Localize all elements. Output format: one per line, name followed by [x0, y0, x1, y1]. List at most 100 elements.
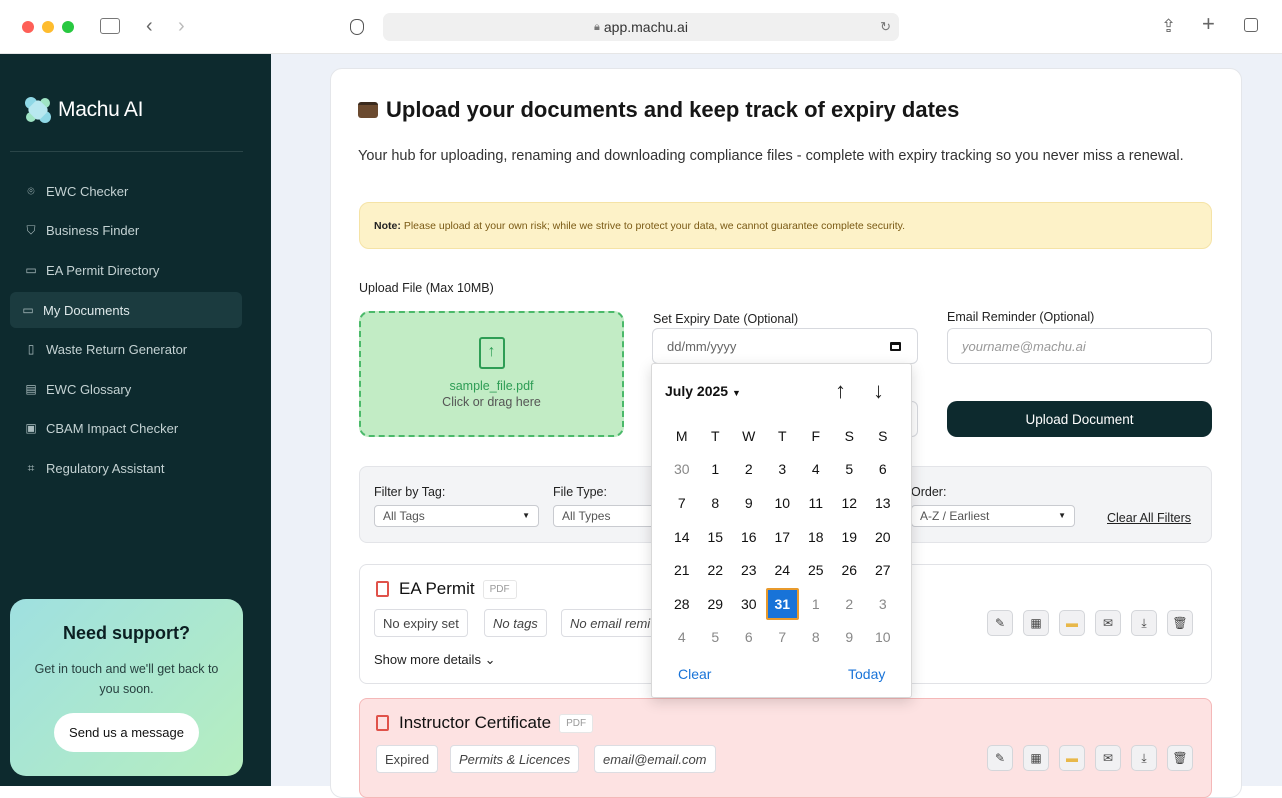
- document-title[interactable]: Instructor Certificate PDF: [376, 713, 594, 733]
- calendar-day[interactable]: 30: [732, 596, 766, 612]
- calendar-day[interactable]: 3: [866, 596, 900, 612]
- calendar-day[interactable]: 2: [732, 461, 766, 477]
- calendar-day[interactable]: 22: [699, 562, 733, 578]
- set-expiry-calendar-icon[interactable]: ▦: [1023, 745, 1049, 771]
- minimize-window-icon[interactable]: [42, 21, 54, 33]
- forward-icon[interactable]: ›: [178, 16, 185, 36]
- calendar-clear-button[interactable]: Clear: [678, 666, 711, 682]
- tag-filter-select[interactable]: All Tags ▼: [374, 505, 539, 527]
- calendar-day[interactable]: 9: [833, 629, 867, 645]
- upload-document-button[interactable]: Upload Document: [947, 401, 1212, 437]
- new-tab-icon[interactable]: +: [1202, 13, 1215, 35]
- tag-icon[interactable]: ▬: [1059, 745, 1085, 771]
- calendar-day[interactable]: 16: [732, 529, 766, 545]
- sidebar-item-my-documents[interactable]: ▭ My Documents: [10, 292, 242, 328]
- send-message-button[interactable]: Send us a message: [54, 713, 199, 752]
- calendar-day[interactable]: 13: [866, 495, 900, 511]
- calendar-day[interactable]: 21: [665, 562, 699, 578]
- email-icon[interactable]: ✉: [1095, 745, 1121, 771]
- calendar-day[interactable]: 31: [765, 587, 799, 620]
- calendar-day[interactable]: 15: [699, 529, 733, 545]
- calendar-day[interactable]: 4: [799, 461, 833, 477]
- calendar-day[interactable]: 14: [665, 529, 699, 545]
- calendar-day[interactable]: 6: [732, 629, 766, 645]
- previous-month-arrow-icon[interactable]: ↑: [835, 378, 846, 404]
- calendar-day[interactable]: 5: [699, 629, 733, 645]
- pdf-file-icon: [376, 581, 389, 597]
- sidebar-item-cbam-impact-checker[interactable]: ▣ CBAM Impact Checker: [10, 410, 242, 446]
- calendar-day[interactable]: 30: [665, 461, 699, 477]
- brand-logo[interactable]: Machu AI: [24, 96, 143, 124]
- calendar-day[interactable]: 7: [665, 495, 699, 511]
- share-icon[interactable]: ⇪: [1161, 17, 1176, 35]
- next-month-arrow-icon[interactable]: ↓: [873, 378, 884, 404]
- calendar-day[interactable]: 10: [766, 495, 800, 511]
- pdf-file-icon: [376, 715, 389, 731]
- calendar-day[interactable]: 29: [699, 596, 733, 612]
- calendar-day[interactable]: 2: [833, 596, 867, 612]
- calendar-day[interactable]: 11: [799, 495, 833, 511]
- sidebar-item-business-finder[interactable]: ⛉ Business Finder: [10, 212, 242, 248]
- file-type-select[interactable]: All Types: [553, 505, 663, 527]
- calendar-day[interactable]: 27: [866, 562, 900, 578]
- email-icon[interactable]: ✉: [1095, 610, 1121, 636]
- calendar-day[interactable]: 18: [799, 529, 833, 545]
- calendar-day[interactable]: 9: [732, 495, 766, 511]
- trash-icon[interactable]: 🗑︎: [1167, 610, 1193, 636]
- sidebar-item-regulatory-assistant[interactable]: ⌗ Regulatory Assistant: [10, 450, 242, 486]
- calendar-day[interactable]: 19: [833, 529, 867, 545]
- calendar-day[interactable]: 12: [833, 495, 867, 511]
- expiry-date-input[interactable]: dd/mm/yyyy: [652, 328, 918, 364]
- maximize-window-icon[interactable]: [62, 21, 74, 33]
- sidebar-item-ea-permit-directory[interactable]: ▭ EA Permit Directory: [10, 252, 242, 288]
- download-icon[interactable]: ⤓: [1131, 745, 1157, 771]
- tag-filter-value: All Tags: [383, 509, 425, 523]
- rename-pencil-icon[interactable]: ✎: [987, 610, 1013, 636]
- set-expiry-calendar-icon[interactable]: ▦: [1023, 610, 1049, 636]
- calendar-day[interactable]: 20: [866, 529, 900, 545]
- file-type-badge: PDF: [559, 713, 594, 733]
- back-icon[interactable]: ‹: [146, 16, 153, 36]
- tag-icon[interactable]: ▬: [1059, 610, 1085, 636]
- calendar-day[interactable]: 28: [665, 596, 699, 612]
- calendar-day[interactable]: 8: [799, 629, 833, 645]
- calendar-icon[interactable]: [890, 342, 901, 351]
- file-drop-zone[interactable]: ↑ sample_file.pdf Click or drag here: [359, 311, 624, 437]
- sidebar-item-ewc-checker[interactable]: ⌾ EWC Checker: [10, 173, 242, 209]
- calendar-day[interactable]: 4: [665, 629, 699, 645]
- close-window-icon[interactable]: [22, 21, 34, 33]
- weekday-label: T: [777, 427, 787, 444]
- show-more-details[interactable]: Show more details ⌄: [374, 652, 495, 668]
- document-title[interactable]: EA Permit PDF: [376, 579, 517, 599]
- privacy-shield-icon[interactable]: [350, 19, 364, 35]
- reload-icon[interactable]: ↻: [880, 19, 891, 35]
- tabs-overview-icon[interactable]: [1244, 18, 1258, 32]
- calendar-today-button[interactable]: Today: [848, 666, 885, 682]
- sidebar-item-waste-return-generator[interactable]: ▯ Waste Return Generator: [10, 331, 242, 367]
- handshake-icon: ⛉: [26, 222, 36, 237]
- calendar-day[interactable]: 24: [766, 562, 800, 578]
- download-icon[interactable]: ⤓: [1131, 610, 1157, 636]
- email-reminder-input[interactable]: yourname@machu.ai: [947, 328, 1212, 364]
- calendar-day[interactable]: 3: [766, 461, 800, 477]
- calendar-day[interactable]: 25: [799, 562, 833, 578]
- sidebar-item-ewc-glossary[interactable]: ▤ EWC Glossary: [10, 371, 242, 407]
- calendar-day[interactable]: 26: [833, 562, 867, 578]
- rename-pencil-icon[interactable]: ✎: [987, 745, 1013, 771]
- month-selector[interactable]: July 2025 ▼: [665, 383, 741, 399]
- calendar-day[interactable]: 1: [699, 461, 733, 477]
- calendar-day[interactable]: 6: [866, 461, 900, 477]
- calendar-day[interactable]: 1: [799, 596, 833, 612]
- order-select[interactable]: A-Z / Earliest ▼: [911, 505, 1075, 527]
- calendar-day[interactable]: 7: [766, 629, 800, 645]
- calendar-day[interactable]: 8: [699, 495, 733, 511]
- sidebar-toggle-icon[interactable]: [100, 18, 120, 34]
- trash-icon[interactable]: 🗑︎: [1167, 745, 1193, 771]
- weekday-label: W: [742, 427, 756, 444]
- calendar-day[interactable]: 23: [732, 562, 766, 578]
- calendar-day[interactable]: 10: [866, 629, 900, 645]
- calendar-day[interactable]: 5: [833, 461, 867, 477]
- address-bar[interactable]: 🔒︎ app.machu.ai ↻: [383, 13, 899, 41]
- clear-filters-link[interactable]: Clear All Filters: [1107, 511, 1191, 525]
- calendar-day[interactable]: 17: [766, 529, 800, 545]
